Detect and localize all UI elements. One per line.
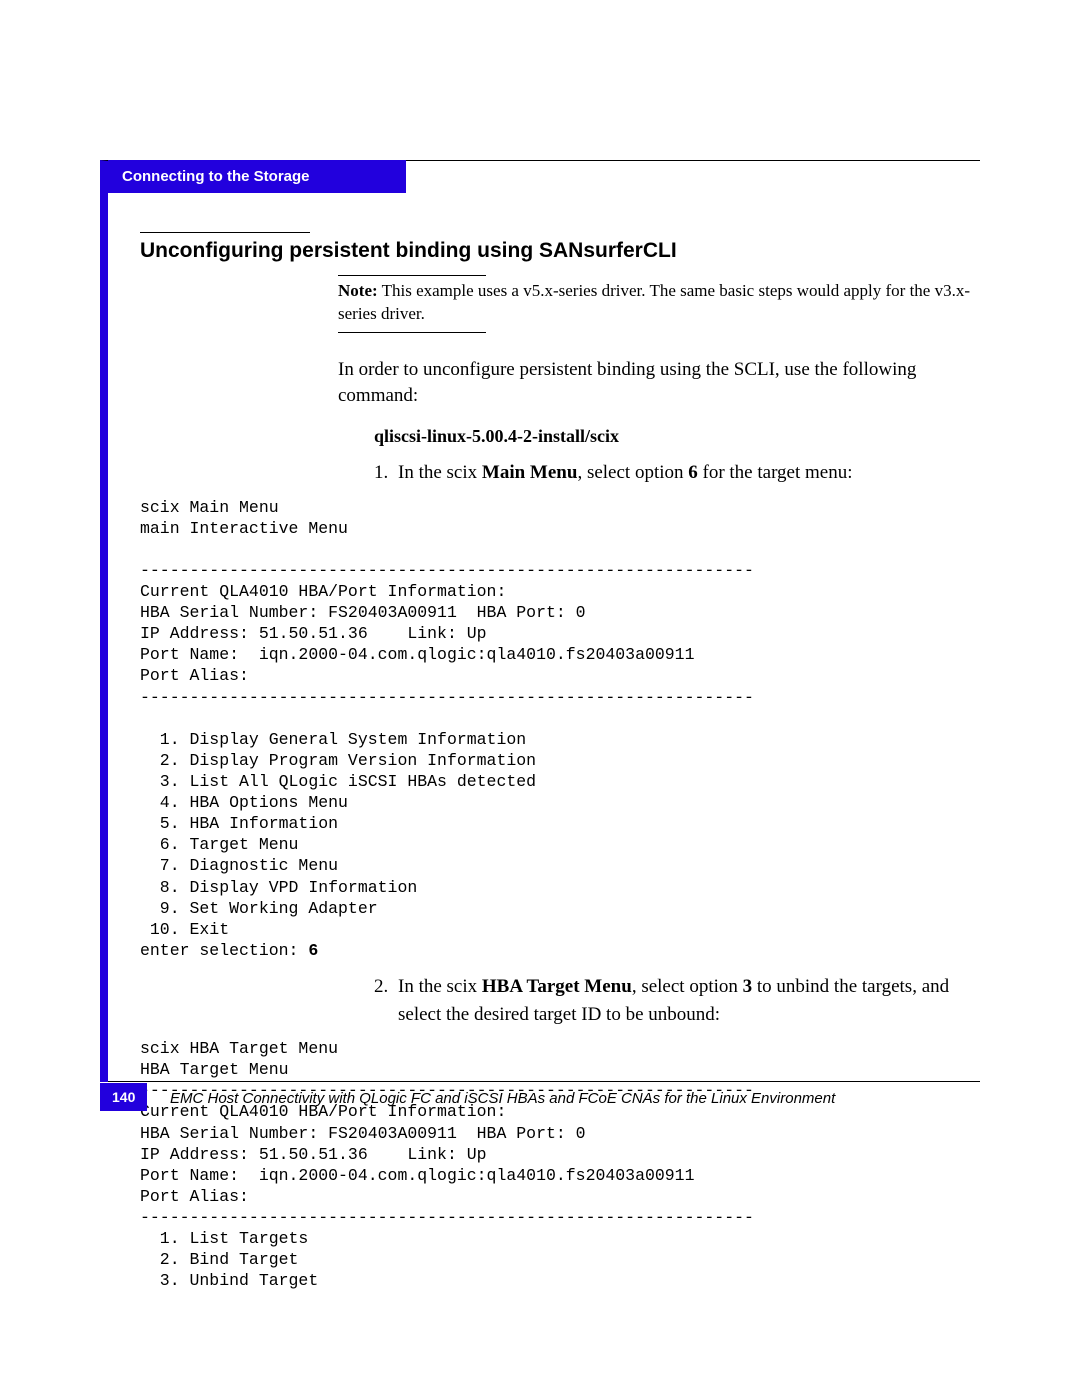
step-2: 2. In the scix HBA Target Menu, select o… — [374, 973, 980, 1028]
note-block: Note: This example uses a v5.x-series dr… — [338, 275, 980, 333]
terminal-output-1: scix Main Menu main Interactive Menu ---… — [140, 497, 980, 961]
step1-bold2: 6 — [688, 462, 698, 483]
step-1: 1. In the scix Main Menu, select option … — [374, 459, 980, 487]
steps-list-2: 2. In the scix HBA Target Menu, select o… — [374, 973, 980, 1028]
terminal1-selection: 6 — [308, 941, 318, 960]
step1-pre: In the scix — [398, 462, 482, 483]
step2-bold2: 3 — [743, 976, 753, 997]
step1-mid: , select option — [577, 462, 688, 483]
note-text: This example uses a v5.x-series driver. … — [338, 281, 970, 323]
step2-bold1: HBA Target Menu — [482, 976, 632, 997]
step-2-text: In the scix HBA Target Menu, select opti… — [398, 973, 980, 1028]
command-line: qliscsi-linux-5.00.4-2-install/scix — [374, 426, 980, 447]
rule-above-title — [140, 232, 310, 233]
note-rule-bottom — [338, 332, 486, 333]
section-title: Unconfiguring persistent binding using S… — [140, 239, 980, 263]
step-1-text: In the scix Main Menu, select option 6 f… — [398, 459, 980, 487]
note-rule-top — [338, 275, 486, 276]
step2-mid: , select option — [632, 976, 743, 997]
steps-list: 1. In the scix Main Menu, select option … — [374, 459, 980, 487]
step1-post: for the target menu: — [698, 462, 853, 483]
step2-pre: In the scix — [398, 976, 482, 997]
step-number-2: 2. — [374, 973, 398, 1028]
step1-bold1: Main Menu — [482, 462, 578, 483]
footer-text: EMC Host Connectivity with QLogic FC and… — [170, 1090, 980, 1107]
content-area: Unconfiguring persistent binding using S… — [140, 210, 980, 1291]
intro-paragraph: In order to unconfigure persistent bindi… — [338, 357, 980, 410]
note-label: Note: — [338, 281, 378, 300]
terminal1-body: scix Main Menu main Interactive Menu ---… — [140, 498, 754, 960]
page-number: 140 — [100, 1083, 147, 1111]
terminal-output-2: scix HBA Target Menu HBA Target Menu ---… — [140, 1038, 980, 1291]
footer-rule — [108, 1081, 980, 1082]
section-tab: Connecting to the Storage — [108, 160, 406, 193]
step-number: 1. — [374, 459, 398, 487]
